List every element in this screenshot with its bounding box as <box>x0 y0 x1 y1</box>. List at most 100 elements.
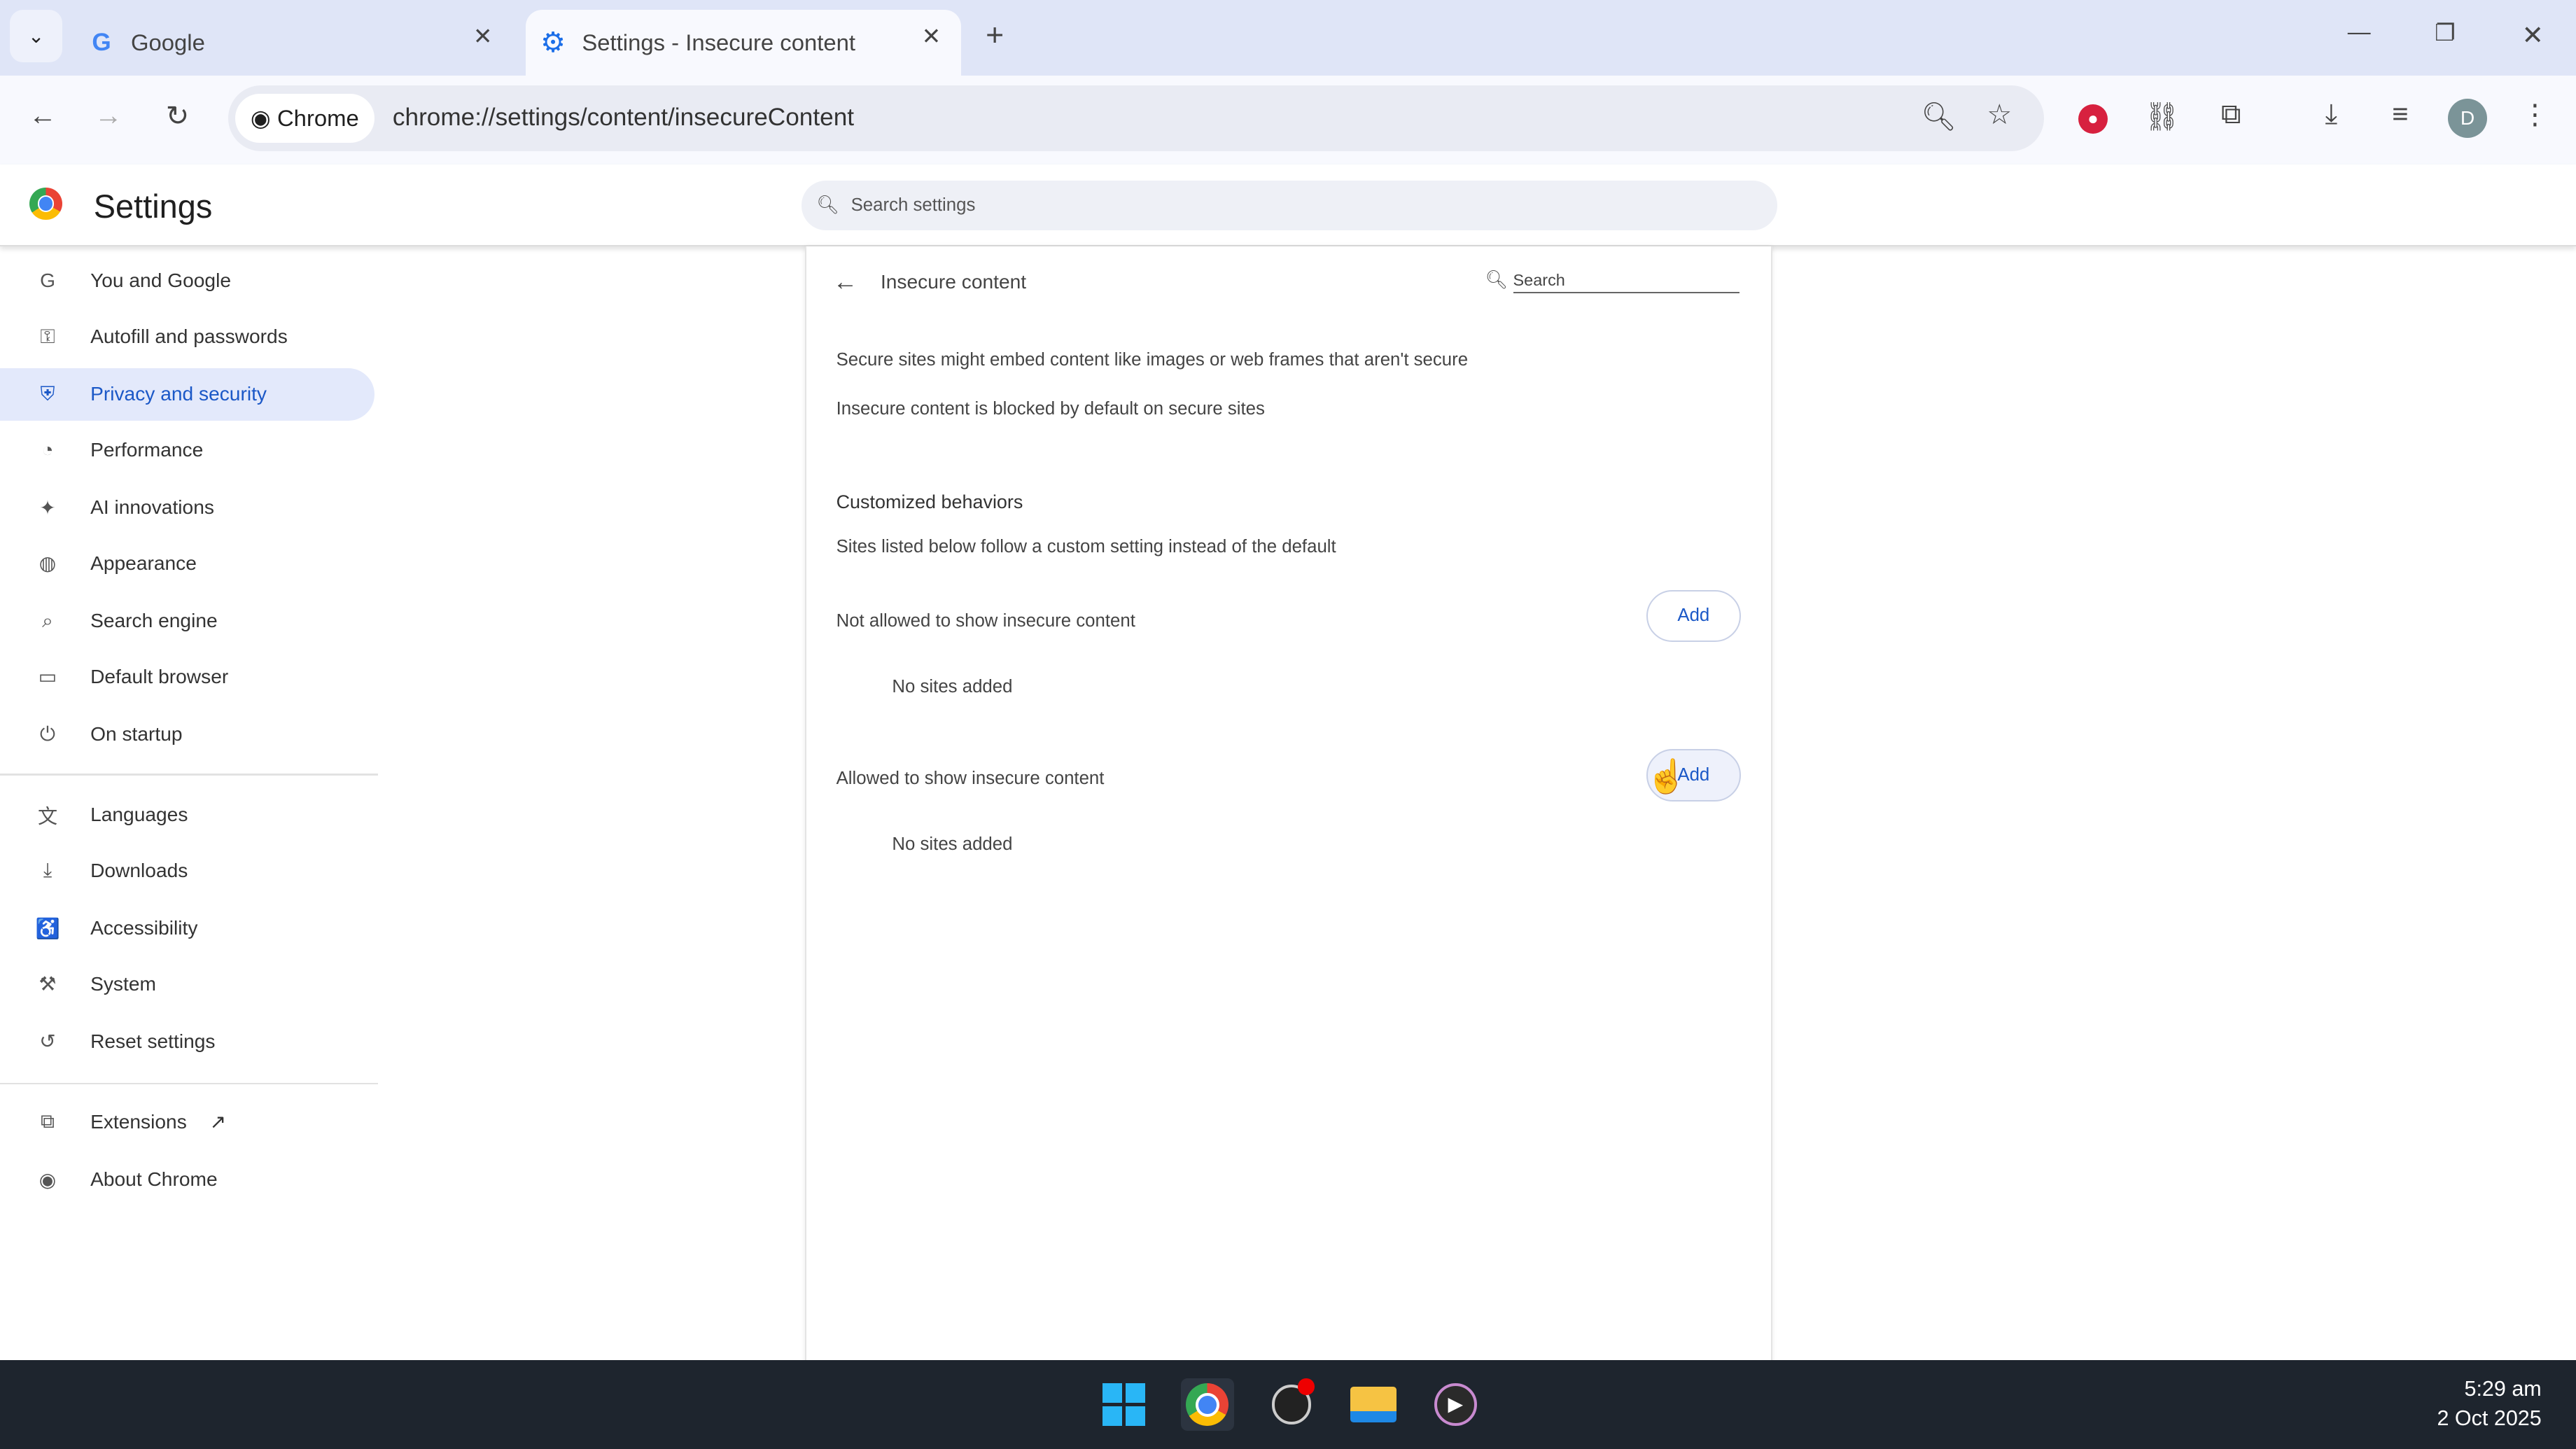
sidebar-item-label: On startup <box>90 723 182 746</box>
sidebar-item-label: Downloads <box>90 860 188 882</box>
subpage-title: Insecure content <box>881 271 1026 293</box>
sidebar-item-label: Autofill and passwords <box>90 326 288 348</box>
subpage-search-input[interactable]: Search <box>1513 271 1740 293</box>
extensions-puzzle-icon[interactable]: ⧉ <box>2211 99 2250 130</box>
download-icon[interactable]: ⤓ <box>2311 99 2351 130</box>
sidebar-item-accessibility[interactable]: ♿ Accessibility <box>0 902 374 954</box>
minimize-button[interactable]: — <box>2348 18 2371 45</box>
chrome-icon: ◉ <box>31 1168 64 1191</box>
sidebar-item-label: Languages <box>90 804 188 826</box>
avatar[interactable]: D <box>2448 99 2487 138</box>
sidebar-item-downloads[interactable]: ⤓ Downloads <box>0 844 374 897</box>
power-icon: ⏻ <box>31 723 64 746</box>
back-arrow-icon[interactable]: ← <box>833 268 858 296</box>
tab-search-button[interactable]: ⌄ <box>10 10 62 62</box>
page-title: Settings <box>94 188 213 225</box>
translate-icon: 文 <box>31 801 64 830</box>
search-icon: ⌕ <box>31 610 64 633</box>
search-settings-input[interactable]: 🔍︎Search settings <box>802 181 1777 230</box>
default-setting-text: Insecure content is blocked by default o… <box>836 399 1265 419</box>
sidebar-item-appearance[interactable]: ◍ Appearance <box>0 537 374 589</box>
browser-icon: ▭ <box>31 665 64 688</box>
download-icon: ⤓ <box>31 859 64 882</box>
restore-button[interactable]: ❐ <box>2435 20 2455 46</box>
sidebar-item-label: Privacy and security <box>90 383 267 405</box>
customized-description: Sites listed below follow a custom setti… <box>836 537 1336 557</box>
taskbar-obs-icon[interactable] <box>1265 1378 1317 1431</box>
google-icon: G <box>92 29 111 57</box>
tab-settings[interactable]: ⚙ Settings - Insecure content <box>526 10 961 76</box>
sidebar-item-about-chrome[interactable]: ◉ About Chrome <box>0 1154 374 1206</box>
description: Secure sites might embed content like im… <box>836 350 1469 370</box>
taskbar-media-player-icon[interactable]: ▶ <box>1429 1378 1482 1431</box>
chrome-icon: ◉ <box>251 105 271 132</box>
sidebar-item-performance[interactable]: ◔ Performance <box>0 424 374 477</box>
sidebar-item-privacy-and-security[interactable]: ⛨ Privacy and security <box>0 368 374 421</box>
sidebar-divider <box>0 774 378 775</box>
sidebar-item-label: You and Google <box>90 270 231 292</box>
close-window-button[interactable]: ✕ <box>2522 20 2544 50</box>
windows-start-icon[interactable] <box>1098 1378 1150 1431</box>
add-blocked-site-button[interactable]: Add <box>1646 590 1741 642</box>
search-icon: 🔍︎ <box>816 195 839 216</box>
key-icon: ⚿ <box>31 326 64 349</box>
search-icon: 🔍︎ <box>1485 270 1508 290</box>
sidebar-item-label: Extensions <box>90 1111 187 1133</box>
sidebar-item-extensions[interactable]: ⧉ Extensions ↗ <box>0 1096 374 1148</box>
url-text[interactable]: chrome://settings/content/insecureConten… <box>393 104 854 132</box>
reset-icon: ↺ <box>31 1030 64 1053</box>
back-button[interactable]: ← <box>23 100 62 132</box>
shield-icon: ⛨ <box>31 383 64 406</box>
wrench-icon: ⚒ <box>31 972 64 995</box>
sidebar-item-label: System <box>90 973 156 995</box>
external-link-icon: ↗ <box>210 1110 227 1133</box>
extension-red-icon[interactable]: ● <box>2073 100 2113 134</box>
sidebar-item-label: Performance <box>90 439 203 461</box>
sidebar-item-label: Accessibility <box>90 917 197 939</box>
close-tab-icon[interactable]: ✕ <box>473 23 493 50</box>
customized-heading: Customized behaviors <box>836 491 1023 513</box>
allowed-empty-text: No sites added <box>892 834 1012 855</box>
puzzle-icon: ⧉ <box>31 1110 64 1133</box>
sidebar-divider <box>0 1083 378 1084</box>
bookmark-star-icon[interactable]: ☆ <box>1980 99 2019 131</box>
zoom-icon[interactable]: 🔍︎ <box>1919 100 1958 133</box>
sidebar-item-reset-settings[interactable]: ↺ Reset settings <box>0 1015 374 1068</box>
sidebar-item-label: Reset settings <box>90 1030 215 1053</box>
reload-button[interactable]: ↻ <box>158 100 197 132</box>
sidebar-item-label: About Chrome <box>90 1168 218 1191</box>
sidebar-item-autofill-and-passwords[interactable]: ⚿ Autofill and passwords <box>0 311 374 363</box>
accessibility-icon: ♿ <box>31 917 64 940</box>
palette-icon: ◍ <box>31 552 64 575</box>
sidebar-item-label: Search engine <box>90 610 218 632</box>
sidebar-item-you-and-google[interactable]: G You and Google <box>0 255 374 307</box>
speedometer-icon: ◔ <box>31 439 64 461</box>
sidebar-item-default-browser[interactable]: ▭ Default browser <box>0 650 374 703</box>
extension-link-icon[interactable]: ⛓ <box>2142 100 2181 133</box>
sidebar-item-languages[interactable]: 文 Languages <box>0 789 374 841</box>
sidebar-item-on-startup[interactable]: ⏻ On startup <box>0 708 374 761</box>
sparkle-icon: ✦ <box>31 496 64 519</box>
gear-icon: ⚙ <box>540 27 566 59</box>
taskbar-file-explorer-icon[interactable] <box>1347 1378 1399 1431</box>
media-control-icon[interactable]: ≡ <box>2381 99 2420 130</box>
clock-date[interactable]: 2 Oct 2025 <box>2437 1406 2542 1431</box>
sidebar-item-system[interactable]: ⚒ System <box>0 958 374 1010</box>
tab-google[interactable]: G Google <box>82 10 512 76</box>
new-tab-button[interactable]: + <box>986 18 1004 53</box>
blocked-empty-text: No sites added <box>892 677 1012 697</box>
menu-kebab-icon[interactable]: ⋮ <box>2515 99 2554 131</box>
sidebar-item-search-engine[interactable]: ⌕ Search engine <box>0 595 374 648</box>
allowed-section-label: Allowed to show insecure content <box>836 769 1105 789</box>
forward-button[interactable]: → <box>89 100 128 132</box>
clock-time[interactable]: 5:29 am <box>2465 1377 2542 1401</box>
sidebar-item-label: Appearance <box>90 552 197 575</box>
close-tab-icon[interactable]: ✕ <box>922 23 941 50</box>
taskbar-chrome-icon[interactable] <box>1181 1378 1233 1431</box>
hand-cursor-icon: ☝ <box>1646 757 1687 796</box>
sidebar-item-label: AI innovations <box>90 496 214 519</box>
site-info-chip[interactable]: ◉Chrome <box>235 94 374 143</box>
google-icon: G <box>31 270 64 292</box>
sidebar-item-label: Default browser <box>90 666 228 688</box>
sidebar-item-ai-innovations[interactable]: ✦ AI innovations <box>0 482 374 534</box>
